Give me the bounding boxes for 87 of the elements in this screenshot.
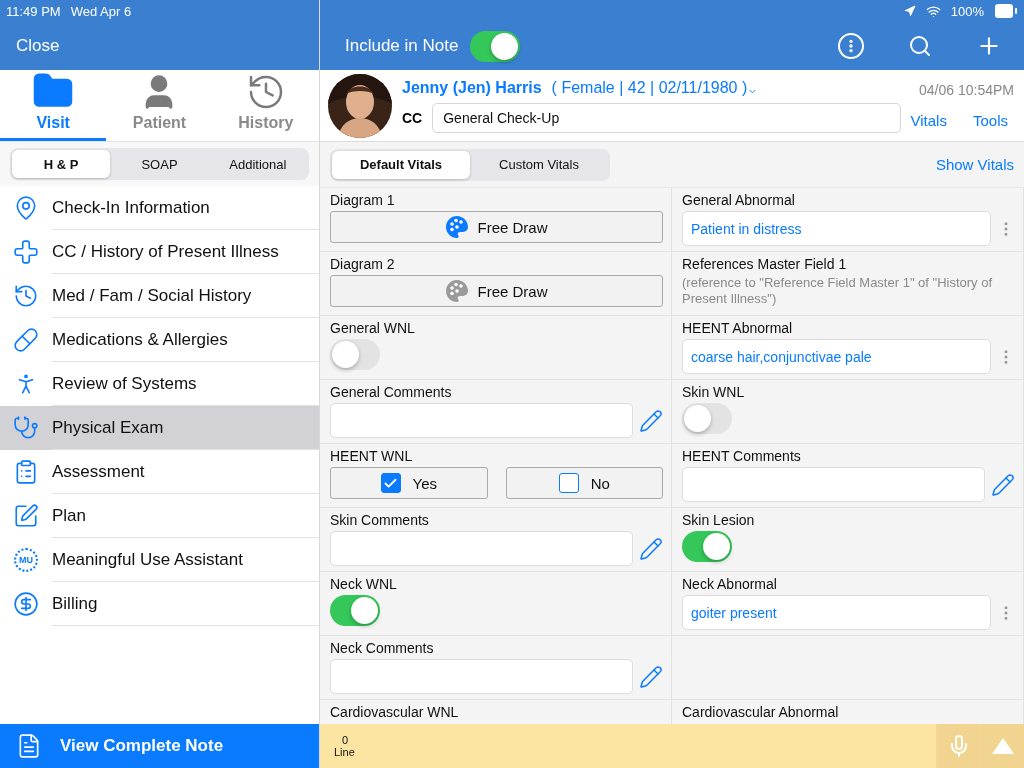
pencil-icon[interactable] [639,536,663,561]
sidebar-item[interactable]: Med / Fam / Social History [0,274,319,318]
history-icon [13,283,39,309]
header-link[interactable]: Tools [972,112,1008,129]
sidebar-item[interactable]: MU Meaningful Use Assistant [0,538,319,582]
toggle-switch[interactable] [682,531,732,562]
checkbox[interactable] [380,473,401,493]
field-label: Neck Comments [330,640,435,656]
view-note-button[interactable]: View Complete Note [0,724,319,768]
field-label: General Comments [330,384,453,400]
sidebar-item[interactable]: Check-In Information [0,186,319,230]
field-label: HEENT Comments [682,448,802,464]
text-field[interactable]: Patient in distress [682,211,991,246]
comment-field[interactable] [682,467,985,502]
toggle-switch[interactable] [330,339,380,370]
comment-field[interactable] [330,403,633,438]
search-button[interactable] [908,34,932,58]
segment-tab[interactable]: SOAP [110,150,209,178]
reference-text: (reference to "Reference Field Master 1" of "History of Present Illness") [682,275,994,307]
segment-tab[interactable]: Additional [208,150,307,178]
cross-icon [13,239,39,265]
field-label: Neck WNL [330,576,398,592]
patient-details[interactable]: ( Female | 42 | 02/11/1980 ) [551,78,748,97]
stethoscope-icon [13,415,39,441]
status-date: Wed Apr 6 [70,3,132,19]
comment-field[interactable] [330,531,633,566]
field-label: References Master Field 1 [682,256,848,272]
sidebar-item[interactable]: Billing [0,582,319,626]
checkbox[interactable] [558,473,579,493]
field-label: HEENT WNL [330,448,414,464]
sidebar-item[interactable]: Plan [0,494,319,538]
pencil-icon[interactable] [639,408,663,433]
wifi-icon [925,3,941,19]
field-label: HEENT Abnormal [682,320,794,336]
cc-field[interactable]: General Check-Up [432,103,901,133]
field-label: General WNL [330,320,416,336]
field-label: Skin Lesion [682,512,756,528]
field-label: Skin WNL [682,384,746,400]
cc-label: CC [402,110,423,126]
status-time: 11:49 PM [6,3,61,19]
option-button[interactable]: No [505,467,663,499]
toggle-switch[interactable] [330,595,380,626]
include-toggle[interactable] [470,30,521,62]
segment-tab[interactable]: H & P [12,150,111,178]
location-icon [903,5,916,17]
battery-percent: 100% [950,3,984,19]
field-label: Diagram 2 [330,256,396,272]
more-button[interactable] [838,33,864,59]
pencil-icon[interactable] [991,472,1015,497]
free-draw-button[interactable]: Free Draw [330,211,663,243]
include-label: Include in Note [345,36,459,56]
field-label: General Abnormal [682,192,796,208]
option-button[interactable]: Yes [330,467,488,499]
pencil-icon[interactable] [639,664,663,689]
field-label: Diagram 1 [330,192,396,208]
field-label: Neck Abnormal [682,576,778,592]
field-label: Cardiovascular Abnormal [682,704,840,720]
microphone-button[interactable] [936,724,980,768]
comment-field[interactable] [330,659,633,694]
field-label: Cardiovascular WNL [330,704,460,720]
dollar-icon [13,591,39,617]
sidebar-item[interactable]: Assessment [0,450,319,494]
palette-icon [445,279,470,303]
pen-square-icon [13,503,39,529]
sidebar-item[interactable]: Physical Exam [0,406,319,450]
sidebar-item[interactable]: Medications & Allergies [0,318,319,362]
expand-button[interactable] [980,724,1024,768]
line-count: 0 [341,734,350,746]
sidebar-item[interactable]: CC / History of Present Illness [0,230,319,274]
pill-icon [13,327,39,353]
field-label: Skin Comments [330,512,430,528]
free-draw-button[interactable]: Free Draw [330,275,663,307]
toggle-switch[interactable] [682,403,732,434]
header-link[interactable]: Vitals [910,112,947,129]
close-link[interactable]: Close [16,36,60,56]
text-field[interactable]: goiter present [682,595,991,630]
show-vitals-link[interactable]: Show Vitals [935,156,1014,173]
text-field[interactable]: coarse hair,conjunctivae pale [682,339,991,374]
line-label: Line [334,746,356,758]
vitals-tab[interactable]: Default Vitals [332,150,470,179]
vitals-tab[interactable]: Custom Vitals [470,150,608,179]
timestamp: 04/06 10:54PM [919,82,1014,98]
triangle-up-icon [991,738,1014,754]
search-icon [908,34,932,58]
palette-icon [445,215,470,239]
patient-name[interactable]: Jenny (Jen) Harris [402,78,542,97]
seal-badge: MU [14,548,38,572]
